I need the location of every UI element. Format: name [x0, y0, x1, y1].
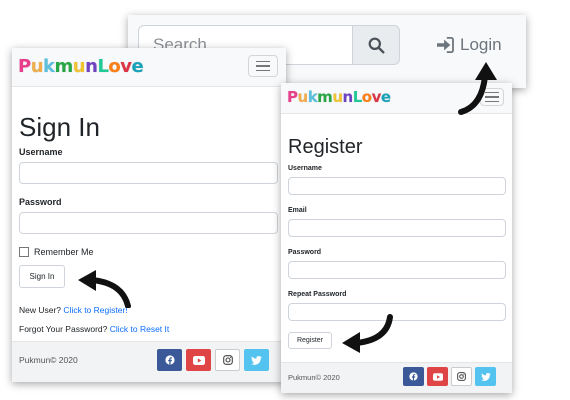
twitter-button[interactable] — [244, 349, 269, 371]
brand-letter: L — [352, 88, 363, 106]
username-field[interactable] — [288, 177, 506, 195]
brand-letter: u — [297, 88, 309, 106]
sign-in-icon — [437, 37, 454, 53]
facebook-icon — [164, 355, 175, 365]
username-field[interactable] — [19, 162, 278, 184]
hamburger-icon — [256, 60, 270, 63]
arrow-to-signin-annotation — [78, 270, 131, 308]
brand-letter: u — [332, 88, 343, 106]
arrow-to-register-annotation — [342, 314, 393, 353]
hamburger-bar — [256, 69, 270, 72]
username-label: Username — [288, 165, 322, 172]
email-field[interactable] — [288, 219, 506, 237]
register-footer: Pukmun© 2020 — [281, 362, 512, 393]
instagram-icon — [457, 372, 466, 381]
brand-letter: u — [72, 56, 86, 77]
twitter-icon — [480, 372, 491, 381]
brand-letter: k — [307, 88, 318, 106]
password-field[interactable] — [19, 212, 278, 234]
youtube-button[interactable] — [427, 367, 448, 386]
brand-letter: v — [120, 56, 132, 77]
brand-letter: n — [342, 88, 354, 106]
signin-card: PukmunLove Sign In Username Password Rem… — [12, 48, 286, 382]
remember-me-label: Remember Me — [34, 247, 94, 257]
facebook-button[interactable] — [157, 349, 182, 371]
remember-me-checkbox[interactable]: Remember Me — [19, 247, 94, 257]
youtube-icon — [432, 372, 443, 381]
copyright-text: Pukmun© 2020 — [19, 355, 78, 365]
brand-logo[interactable]: PukmunLove — [287, 88, 391, 106]
register-button[interactable]: Register — [288, 332, 332, 349]
youtube-icon — [192, 355, 205, 365]
repeat-password-field[interactable] — [288, 303, 506, 321]
repeat-password-label: Repeat Password — [288, 291, 347, 298]
twitter-icon — [251, 355, 262, 365]
password-label: Password — [288, 249, 322, 256]
copyright-text: Pukmun© 2020 — [288, 373, 340, 382]
register-card: PukmunLove Register Username Email Passw… — [281, 83, 512, 393]
facebook-button[interactable] — [403, 367, 424, 386]
hamburger-bar — [256, 65, 270, 67]
social-links — [403, 367, 496, 386]
arrow-to-login-annotation — [458, 62, 497, 115]
instagram-button[interactable] — [451, 367, 472, 386]
brand-letter: L — [97, 56, 109, 77]
brand-letter: o — [361, 88, 372, 106]
reset-password-link[interactable]: Click to Reset It — [110, 324, 170, 334]
email-label: Email — [288, 207, 307, 214]
forgot-password-line: Forgot Your Password? Click to Reset It — [19, 324, 169, 334]
brand-letter: P — [18, 56, 31, 77]
sign-in-button[interactable]: Sign In — [19, 265, 65, 288]
page-title: Sign In — [19, 112, 100, 142]
menu-toggle-button[interactable] — [248, 55, 278, 77]
youtube-button[interactable] — [186, 349, 211, 371]
signin-footer: Pukmun© 2020 — [12, 341, 286, 382]
brand-logo[interactable]: PukmunLove — [18, 56, 144, 77]
brand-letter: e — [131, 56, 144, 77]
password-label: Password — [19, 197, 62, 207]
brand-letter: n — [85, 56, 98, 77]
username-label: Username — [19, 147, 63, 157]
page-title: Register — [288, 136, 363, 158]
brand-letter: u — [30, 56, 44, 77]
brand-letter: m — [317, 88, 333, 106]
brand-letter: e — [380, 88, 391, 106]
forgot-password-text: Forgot Your Password? — [19, 324, 108, 334]
new-user-text: New User? — [19, 305, 62, 315]
brand-letter: m — [54, 56, 74, 77]
brand-letter: v — [371, 88, 382, 106]
brand-letter: k — [43, 56, 55, 77]
brand-letter: P — [287, 88, 298, 106]
social-links — [157, 349, 269, 371]
search-icon — [368, 37, 384, 53]
checkbox-icon[interactable] — [19, 247, 29, 257]
instagram-button[interactable] — [215, 349, 240, 371]
password-field[interactable] — [288, 261, 506, 279]
twitter-button[interactable] — [475, 367, 496, 386]
facebook-icon — [409, 372, 418, 381]
instagram-icon — [222, 355, 233, 365]
brand-letter: o — [108, 56, 121, 77]
search-button[interactable] — [352, 25, 400, 65]
login-label: Login — [460, 35, 502, 54]
signin-navbar: PukmunLove — [12, 48, 286, 87]
